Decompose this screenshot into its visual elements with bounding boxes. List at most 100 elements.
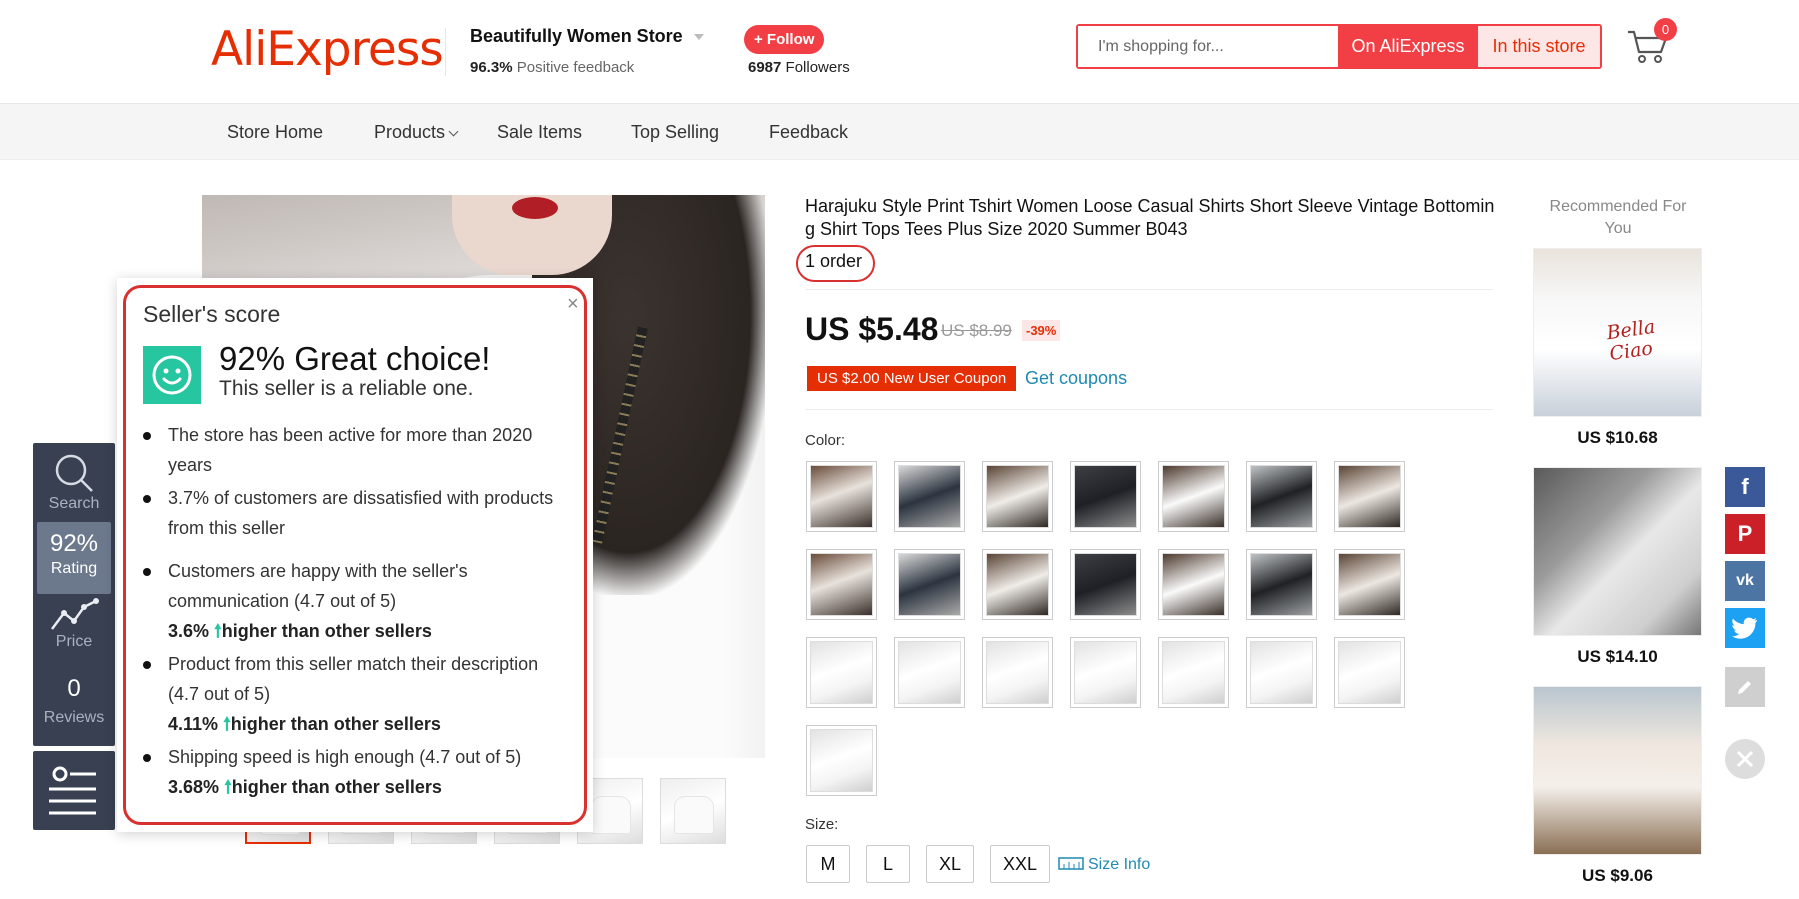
color-swatch-image (986, 641, 1049, 704)
color-swatch[interactable] (806, 461, 877, 532)
color-swatch[interactable] (982, 637, 1053, 708)
seller-score-title: Seller's score (143, 301, 281, 327)
rating-value: 92% (49, 530, 99, 557)
get-coupons-link[interactable]: Get coupons (1025, 368, 1127, 389)
seller-score-points: The store has been active for more than … (143, 420, 573, 802)
color-swatch-image (1074, 465, 1137, 528)
color-swatch-image (1338, 553, 1401, 616)
color-swatch[interactable] (894, 461, 965, 532)
color-swatches (806, 461, 1416, 796)
color-swatch[interactable] (982, 461, 1053, 532)
facebook-icon[interactable]: f (1725, 467, 1765, 507)
floating-sidebar: Search Price 0 Reviews (33, 443, 115, 746)
pinterest-icon[interactable]: P (1725, 514, 1765, 554)
color-swatch[interactable] (1246, 549, 1317, 620)
edit-icon[interactable] (1725, 667, 1765, 707)
color-swatch-image (810, 641, 873, 704)
header-divider (445, 28, 446, 76)
sidebar-price[interactable]: Price (33, 597, 115, 651)
ruler-icon (1058, 857, 1084, 870)
color-swatch-image (1338, 641, 1401, 704)
aliexpress-logo[interactable]: AliExpress (211, 22, 444, 77)
color-swatch[interactable] (1158, 637, 1229, 708)
sidebar-reviews[interactable]: 0 Reviews (33, 675, 115, 727)
search-on-aliexpress-button[interactable]: On AliExpress (1338, 26, 1478, 67)
color-swatch[interactable] (1334, 461, 1405, 532)
color-swatch[interactable] (1158, 461, 1229, 532)
score-point: Customers are happy with the seller's co… (143, 556, 573, 646)
seller-score-subline: This seller is a reliable one. (219, 377, 474, 400)
chevron-down-icon (448, 126, 459, 137)
color-swatch-image (1162, 465, 1225, 528)
recommended-item[interactable]: US $9.06 (1533, 686, 1702, 886)
size-option-xl[interactable]: XL (926, 845, 975, 883)
followers-count: 6987 (748, 59, 782, 76)
color-swatch[interactable] (1334, 637, 1405, 708)
color-swatch-image (898, 553, 961, 616)
store-name[interactable]: Beautifully Women Store (470, 26, 683, 47)
close-icon[interactable]: × (567, 293, 579, 316)
price-trend-icon (51, 598, 99, 630)
arrow-up-icon: 🠕 (214, 621, 222, 641)
recommended-item-image: Bella Ciao (1533, 248, 1702, 417)
color-swatch-image (1250, 553, 1313, 616)
store-feedback: 96.3% Positive feedback (470, 59, 634, 76)
color-swatch-image (1338, 465, 1401, 528)
score-point: Shipping speed is high enough (4.7 out o… (143, 742, 573, 802)
recommended-item[interactable]: US $14.10 (1533, 467, 1702, 667)
sidebar-rating[interactable]: 92% Rating (37, 522, 111, 594)
sidebar-rating-label: Rating (50, 560, 98, 577)
divider (805, 289, 1493, 290)
color-swatch[interactable] (1070, 637, 1141, 708)
color-swatch[interactable] (1070, 549, 1141, 620)
score-point: Product from this seller match their des… (143, 649, 573, 739)
color-swatch[interactable] (894, 549, 965, 620)
score-point-suffix: higher than other sellers (221, 621, 432, 641)
product-title: Harajuku Style Print Tshirt Women Loose … (805, 196, 1495, 239)
cart-count-badge: 0 (1654, 18, 1677, 41)
follow-button[interactable]: + Follow (744, 25, 825, 54)
store-dropdown-caret-icon[interactable] (694, 34, 704, 40)
new-user-coupon[interactable]: US $2.00 New User Coupon (807, 366, 1017, 391)
color-swatch[interactable] (894, 637, 965, 708)
search-in-store-button[interactable]: In this store (1478, 26, 1600, 67)
sidebar-search[interactable]: Search (33, 451, 115, 513)
size-option-l[interactable]: L (866, 845, 910, 883)
sidebar-search-label: Search (48, 495, 100, 512)
search-input[interactable] (1078, 26, 1338, 67)
thumbnail[interactable] (660, 778, 726, 844)
nav-feedback[interactable]: Feedback (769, 122, 848, 143)
color-swatch[interactable] (806, 725, 877, 796)
nav-top-selling[interactable]: Top Selling (631, 122, 719, 143)
recommended-item-price: US $14.10 (1577, 647, 1658, 666)
color-swatch[interactable] (1246, 461, 1317, 532)
twitter-icon[interactable] (1725, 608, 1765, 648)
close-share-button[interactable] (1725, 739, 1765, 779)
color-swatch[interactable] (806, 637, 877, 708)
color-swatch[interactable] (982, 549, 1053, 620)
color-swatch-image (898, 641, 961, 704)
color-swatch-image (810, 729, 873, 792)
color-swatch-image (1074, 553, 1137, 616)
color-swatch[interactable] (1158, 549, 1229, 620)
recommended-item[interactable]: Bella Ciao US $10.68 (1533, 248, 1702, 448)
nav-products[interactable]: Products (374, 122, 459, 143)
color-swatch[interactable] (1246, 637, 1317, 708)
color-swatch[interactable] (1334, 549, 1405, 620)
recommended-item-image (1533, 467, 1702, 636)
color-swatch[interactable] (1070, 461, 1141, 532)
sidebar-settings-menu[interactable] (33, 751, 115, 830)
score-point-percent: 4.11% (168, 714, 219, 734)
sidebar-price-label: Price (55, 633, 93, 650)
size-info-link[interactable]: Size Info (1058, 855, 1150, 874)
size-option-m[interactable]: M (806, 845, 850, 883)
color-swatch-image (986, 465, 1049, 528)
recommended-item-price: US $9.06 (1582, 866, 1653, 885)
nav-sale-items[interactable]: Sale Items (497, 122, 582, 143)
color-swatch[interactable] (806, 549, 877, 620)
current-price: US $5.48 (805, 311, 939, 347)
feedback-percent: 96.3% (470, 59, 513, 76)
nav-store-home[interactable]: Store Home (227, 122, 323, 143)
vk-icon[interactable]: vk (1725, 561, 1765, 601)
size-option-xxl[interactable]: XXL (990, 845, 1051, 883)
